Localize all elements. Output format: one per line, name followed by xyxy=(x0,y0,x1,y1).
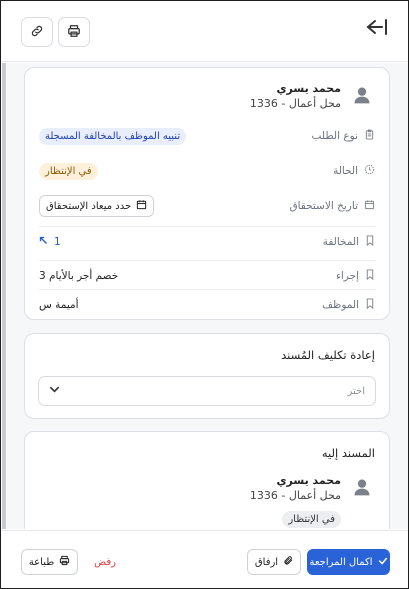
employee-value: أميمة س xyxy=(39,298,79,311)
panel: محمد يسري محل أعمال - 1336 نوع الطلب تنب… xyxy=(0,0,409,589)
assignee-card: المسند إليه محمد يسري محل أعمال - 1336 ف… xyxy=(24,431,390,529)
panel-content[interactable]: محمد يسري محل أعمال - 1336 نوع الطلب تنب… xyxy=(2,63,408,529)
row-label-due-date: تاريخ الاستحقاق xyxy=(289,200,358,212)
external-link-icon xyxy=(39,236,48,248)
chevron-down-icon xyxy=(49,384,60,398)
bookmark-icon xyxy=(365,268,375,283)
attach-button[interactable]: ارفاق xyxy=(247,549,301,575)
complete-review-button[interactable]: اكمال المراجعة xyxy=(307,549,390,575)
print-button[interactable]: طباعة xyxy=(21,549,78,575)
row-violation: المخالفة 1 xyxy=(39,226,375,256)
user-avatar-icon xyxy=(349,474,375,500)
row-label-violation: المخالفة xyxy=(322,235,359,248)
reject-button[interactable]: رفض xyxy=(90,549,120,575)
clipboard-icon xyxy=(364,129,375,143)
violation-link[interactable]: 1 xyxy=(39,236,61,248)
collapse-right-icon xyxy=(366,18,388,40)
request-type-badge: تنبيه الموظف بالمخالفة المسجلة xyxy=(39,127,187,145)
reassign-placeholder: اختر xyxy=(347,385,366,397)
assignee-name: محمد يسري xyxy=(276,474,341,487)
assignee-block: محمد يسري محل أعمال - 1336 في الإنتظار xyxy=(249,474,375,528)
collapse-panel-button[interactable] xyxy=(364,16,390,42)
printer-icon xyxy=(67,23,81,42)
reassign-card: إعادة تكليف المُسند اختر xyxy=(24,333,390,419)
row-request-type: نوع الطلب تنبيه الموظف بالمخالفة المسجلة xyxy=(39,121,375,151)
row-status: الحالة في الإنتظار xyxy=(39,156,375,186)
assignee-status-badge: في الإنتظار xyxy=(282,511,341,528)
employee-name: محمد يسري xyxy=(276,82,341,95)
row-label-action: إجراء xyxy=(335,269,359,282)
scrollbar[interactable] xyxy=(2,63,6,529)
action-value: خصم أجر بالأيام 3 xyxy=(39,269,119,282)
set-due-date-label: حدد ميعاد الإستحقاق xyxy=(46,200,132,212)
link-icon xyxy=(30,23,44,42)
violation-value: 1 xyxy=(54,235,61,248)
paperclip-icon xyxy=(283,555,293,569)
clock-icon xyxy=(364,164,375,178)
row-label-request-type: نوع الطلب xyxy=(311,130,358,142)
status-badge: في الإنتظار xyxy=(39,162,98,180)
reassign-title: إعادة تكليف المُسند xyxy=(281,348,375,362)
row-label-status: الحالة xyxy=(333,165,358,177)
reassign-select[interactable]: اختر xyxy=(38,376,376,406)
print-label: طباعة xyxy=(28,556,55,568)
print-button-top[interactable] xyxy=(58,17,90,47)
row-employee: الموظف أميمة س xyxy=(39,289,375,319)
set-due-date-button[interactable]: حدد ميعاد الإستحقاق xyxy=(39,195,155,217)
request-details-card: محمد يسري محل أعمال - 1336 نوع الطلب تنب… xyxy=(24,67,390,320)
row-due-date: تاريخ الاستحقاق حدد ميعاد الإستحقاق xyxy=(39,191,375,221)
attach-label: ارفاق xyxy=(254,556,279,568)
bookmark-icon xyxy=(365,297,375,312)
calendar-icon xyxy=(364,199,375,213)
bookmark-icon xyxy=(365,234,375,249)
check-icon xyxy=(378,556,388,569)
assignee-store: محل أعمال - 1336 xyxy=(249,489,341,502)
printer-icon xyxy=(59,555,70,569)
row-label-employee: الموظف xyxy=(322,298,359,311)
employee-store: محل أعمال - 1336 xyxy=(249,97,341,110)
calendar-icon xyxy=(136,199,147,213)
complete-review-label: اكمال المراجعة xyxy=(309,556,373,568)
copy-link-button[interactable] xyxy=(21,17,53,47)
employee-block: محمد يسري محل أعمال - 1336 xyxy=(250,82,375,112)
user-avatar-icon xyxy=(349,82,375,108)
panel-footer: اكمال المراجعة ارفاق رفض طباعة xyxy=(2,530,408,588)
assignee-title: المسند إليه xyxy=(321,446,375,460)
panel-header xyxy=(2,2,408,62)
row-action: إجراء خصم أجر بالأيام 3 xyxy=(39,260,375,290)
